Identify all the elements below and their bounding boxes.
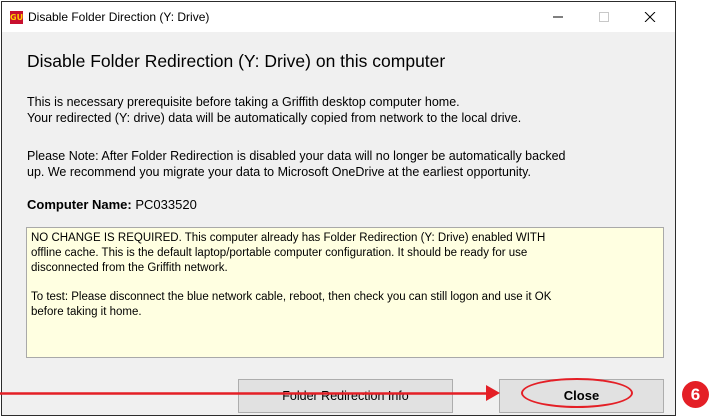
status-line: disconnected from the Griffith network. [31, 262, 228, 274]
note-line: up. We recommend you migrate your data t… [27, 165, 531, 179]
intro-line: Your redirected (Y: drive) data will be … [27, 111, 522, 125]
computer-name-label: Computer Name: [27, 197, 132, 212]
status-line: NO CHANGE IS REQUIRED. This computer alr… [31, 232, 546, 244]
close-window-button[interactable] [627, 2, 672, 32]
close-icon [644, 11, 655, 23]
arrow-head-icon [486, 385, 500, 401]
minimize-button[interactable] [535, 2, 580, 32]
callout-highlight [521, 378, 633, 408]
intro-text: This is necessary prerequisite before ta… [27, 94, 521, 126]
griffith-app-icon: GU [10, 11, 24, 24]
status-message-box: NO CHANGE IS REQUIRED. This computer alr… [26, 227, 664, 358]
note-text: Please Note: After Folder Redirection is… [27, 148, 566, 180]
note-line: Please Note: After Folder Redirection is… [27, 149, 566, 163]
computer-name-value: PC033520 [135, 197, 197, 212]
computer-name-row: Computer Name: PC033520 [27, 197, 197, 212]
folder-redirection-info-button[interactable]: Folder Redirection Info [238, 379, 453, 413]
dialog-window: GU Disable Folder Direction (Y: Drive) D… [1, 1, 676, 416]
status-line: before taking it home. [31, 306, 142, 318]
status-line: offline cache. This is the default lapto… [31, 247, 528, 259]
maximize-button [581, 2, 626, 32]
title-bar: GU Disable Folder Direction (Y: Drive) [2, 2, 675, 32]
maximize-icon [598, 12, 609, 22]
window-title: Disable Folder Direction (Y: Drive) [28, 10, 210, 24]
step-number-badge: 6 [682, 381, 709, 408]
page-heading: Disable Folder Redirection (Y: Drive) on… [27, 51, 446, 71]
intro-line: This is necessary prerequisite before ta… [27, 95, 460, 109]
minimize-icon [552, 16, 563, 18]
status-line: To test: Please disconnect the blue netw… [31, 291, 552, 303]
callout-arrow [0, 392, 490, 395]
